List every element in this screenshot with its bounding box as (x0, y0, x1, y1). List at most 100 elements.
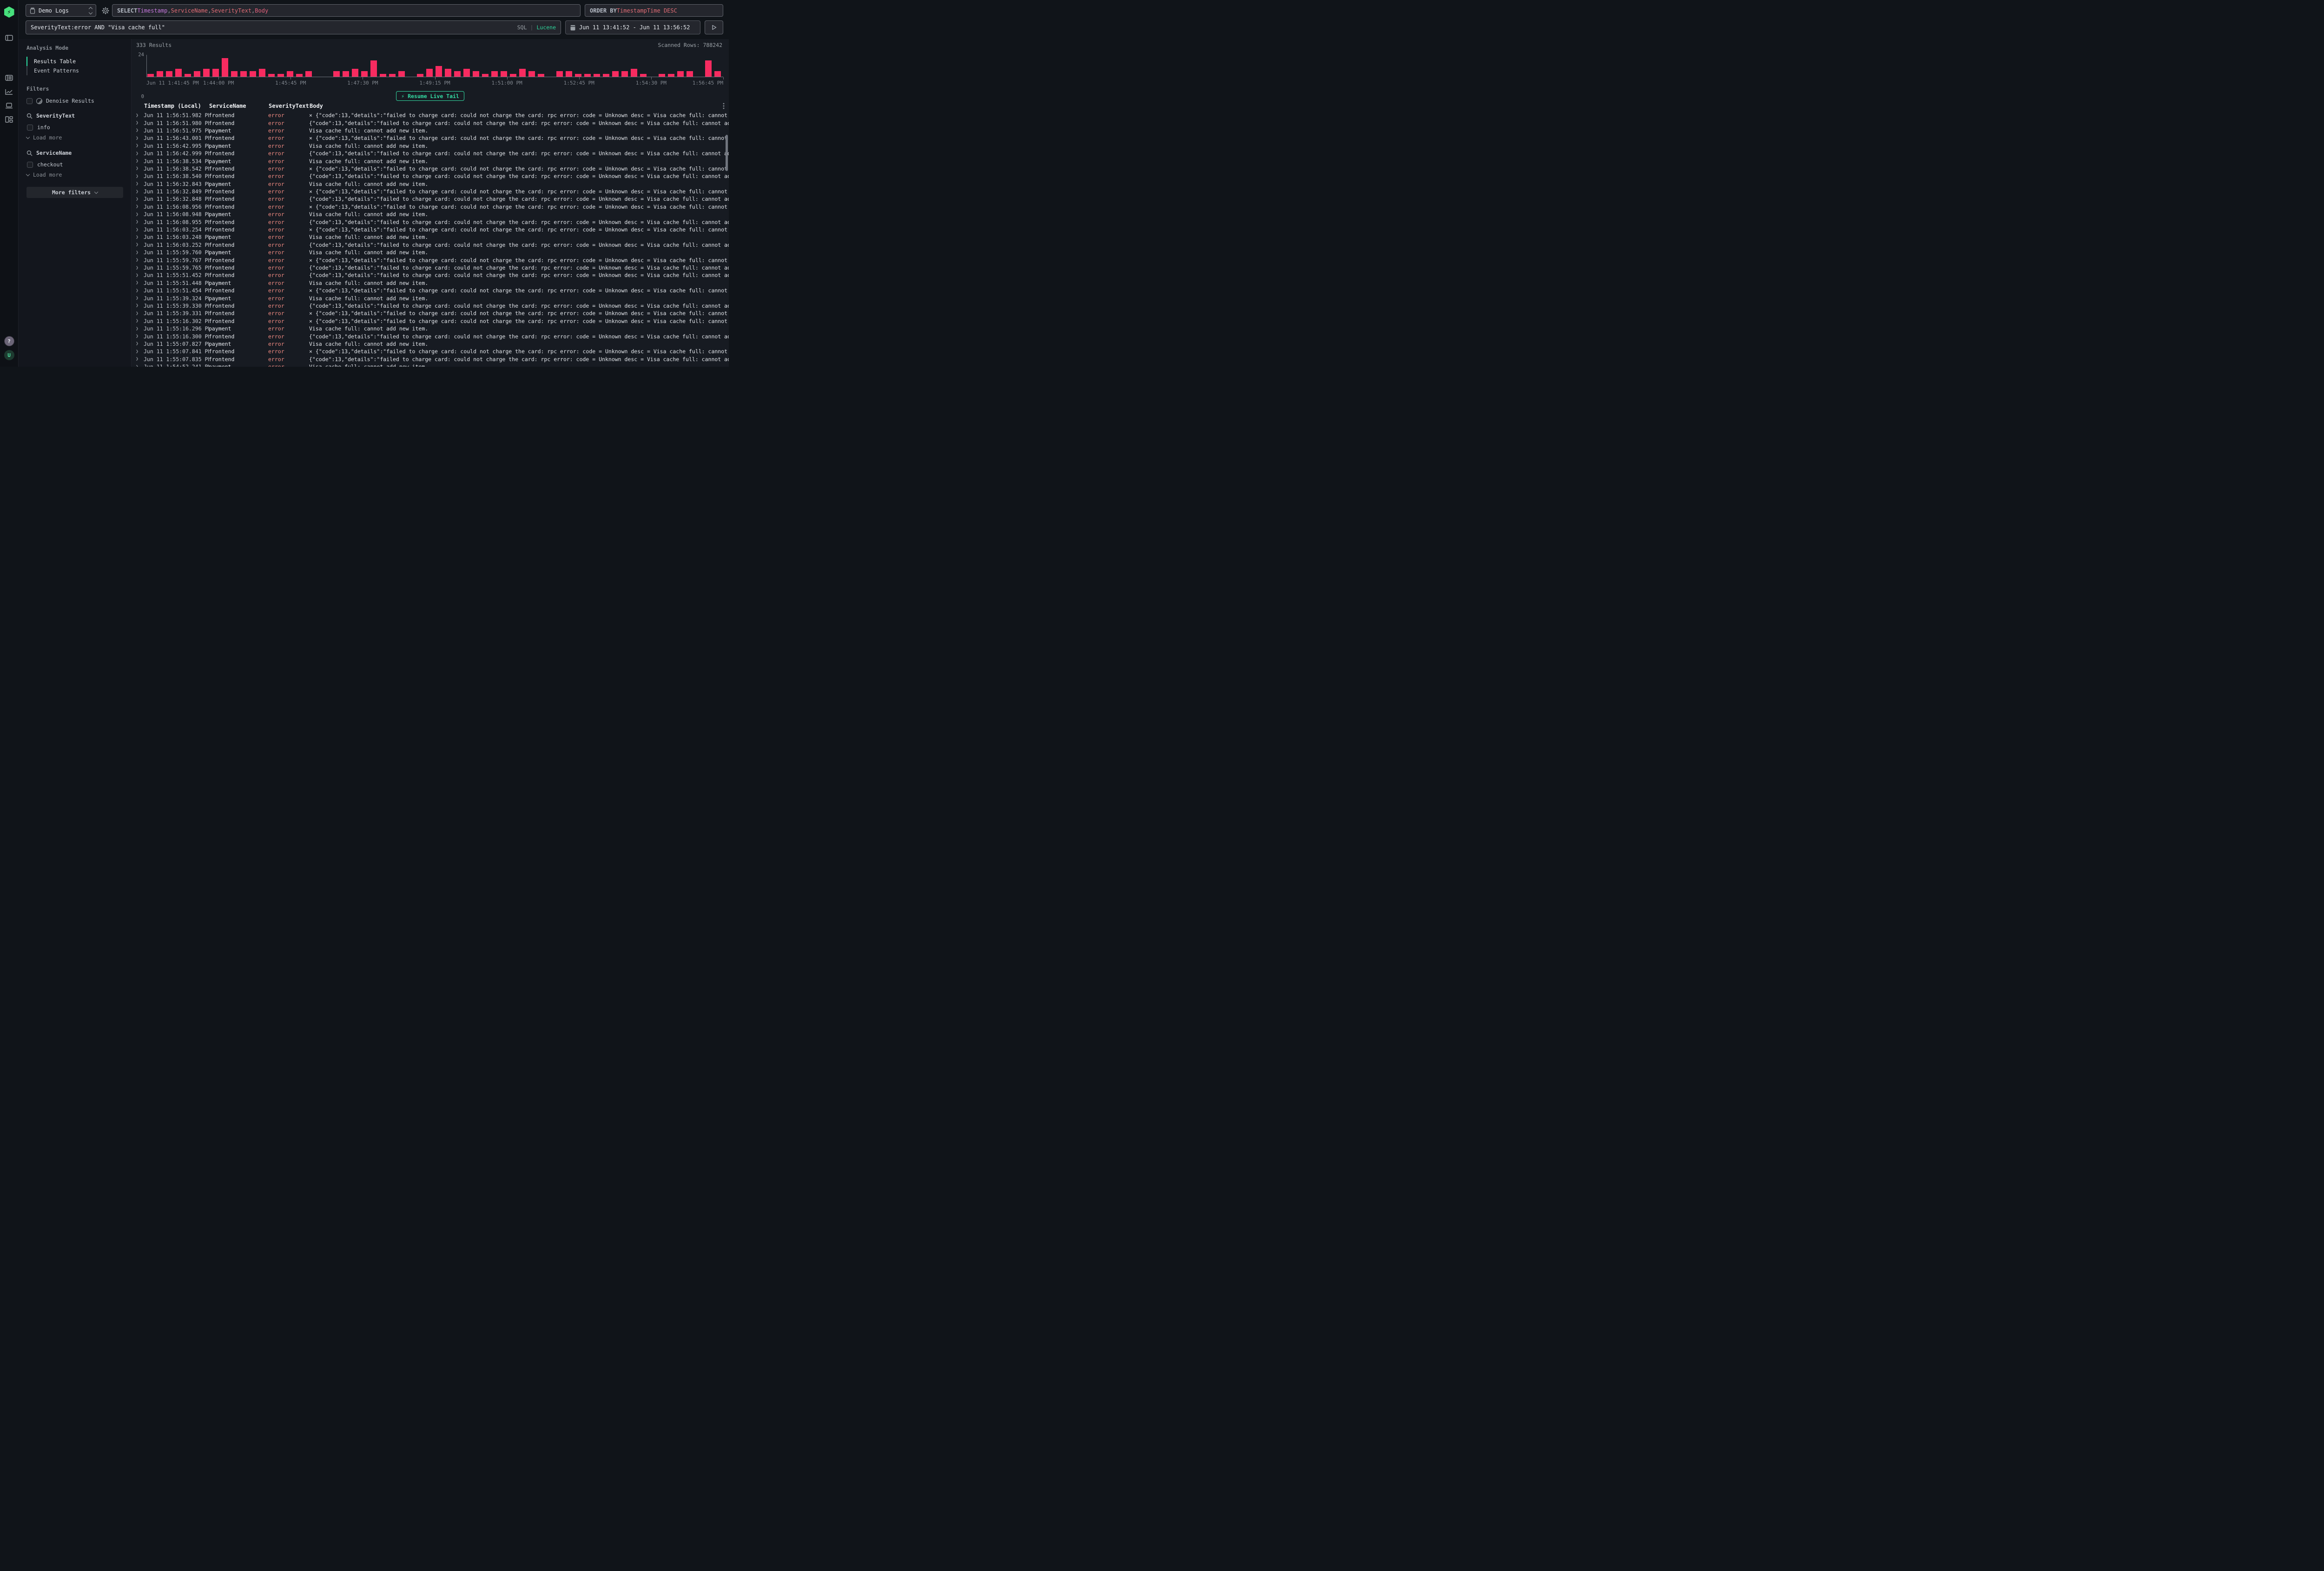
row-timestamp: Jun 11 1:56:51.980 PM (144, 120, 209, 126)
histogram-bar (194, 71, 200, 77)
nav-sessions-icon[interactable] (0, 99, 19, 112)
date-range-picker[interactable]: Jun 11 13:41:52 - Jun 11 13:56:52 (565, 20, 700, 34)
log-row[interactable]: ❯ Jun 11 1:55:07.827 PM payment error Vi… (132, 340, 729, 348)
run-query-button[interactable] (705, 20, 723, 34)
mode-label: Event Patterns (34, 67, 79, 74)
histogram-bar (343, 71, 349, 77)
more-filters-button[interactable]: More filters (26, 187, 123, 198)
row-timestamp: Jun 11 1:56:38.540 PM (144, 173, 209, 179)
log-row[interactable]: ❯ Jun 11 1:55:07.841 PM frontend error ×… (132, 348, 729, 355)
scrollbar-thumb[interactable] (726, 135, 728, 171)
expand-row-chevron-icon: ❯ (132, 334, 144, 339)
nav-search-logs-icon[interactable] (0, 71, 19, 85)
log-row[interactable]: ❯ Jun 11 1:56:51.982 PM frontend error ×… (132, 112, 729, 119)
sql-mode-button[interactable]: SQL (517, 24, 527, 31)
row-timestamp: Jun 11 1:56:03.254 PM (144, 226, 209, 233)
row-severity: error (268, 318, 309, 324)
log-row[interactable]: ❯ Jun 11 1:56:32.849 PM frontend error ×… (132, 188, 729, 195)
log-row[interactable]: ❯ Jun 11 1:56:42.995 PM payment error Vi… (132, 142, 729, 150)
log-row[interactable]: ❯ Jun 11 1:55:51.448 PM payment error Vi… (132, 279, 729, 287)
row-severity: error (268, 181, 309, 187)
nav-chart-explorer-icon[interactable] (0, 85, 19, 99)
filter-checkbox[interactable] (27, 125, 33, 131)
filter-option-checkout[interactable]: checkout (26, 160, 123, 169)
row-severity: error (268, 143, 309, 149)
log-row[interactable]: ❯ Jun 11 1:56:38.542 PM frontend error ×… (132, 165, 729, 172)
histogram-bar (222, 58, 228, 77)
expand-row-chevron-icon: ❯ (132, 326, 144, 331)
results-header: 333 Results Scanned Rows: 788242 (136, 42, 722, 48)
table-options-button[interactable] (719, 103, 729, 109)
denoise-checkbox[interactable] (26, 98, 33, 104)
log-row[interactable]: ❯ Jun 11 1:56:08.955 PM frontend error {… (132, 218, 729, 225)
log-row[interactable]: ❯ Jun 11 1:56:08.956 PM frontend error ×… (132, 203, 729, 211)
nav-dashboards-icon[interactable] (0, 112, 19, 126)
log-row[interactable]: ❯ Jun 11 1:55:16.300 PM frontend error {… (132, 332, 729, 340)
log-row[interactable]: ❯ Jun 11 1:55:51.452 PM frontend error {… (132, 271, 729, 279)
log-row[interactable]: ❯ Jun 11 1:55:39.331 PM frontend error ×… (132, 310, 729, 317)
log-row[interactable]: ❯ Jun 11 1:56:43.001 PM frontend error ×… (132, 134, 729, 142)
histogram-bar (333, 71, 340, 77)
log-row[interactable]: ❯ Jun 11 1:54:52.241 PM payment error Vi… (132, 363, 729, 367)
user-avatar[interactable]: U (4, 350, 14, 360)
filter-field-header[interactable]: SeverityText (26, 112, 123, 119)
filter-field-header[interactable]: ServiceName (26, 150, 123, 156)
search-query-text: SeverityText:error AND "Visa cache full" (31, 24, 517, 31)
filter-option-label: checkout (37, 161, 63, 168)
expand-row-chevron-icon: ❯ (132, 181, 144, 186)
chevron-up-down-icon (89, 7, 92, 14)
collapse-sidebar-icon[interactable] (0, 31, 19, 45)
row-timestamp: Jun 11 1:55:16.302 PM (144, 318, 209, 324)
search-input[interactable]: SeverityText:error AND "Visa cache full"… (26, 20, 561, 34)
source-select[interactable]: Demo Logs (26, 4, 96, 17)
log-row[interactable]: ❯ Jun 11 1:56:03.252 PM frontend error {… (132, 241, 729, 249)
log-row[interactable]: ❯ Jun 11 1:56:42.999 PM frontend error {… (132, 150, 729, 157)
log-row[interactable]: ❯ Jun 11 1:55:59.765 PM frontend error {… (132, 264, 729, 271)
log-row[interactable]: ❯ Jun 11 1:55:07.835 PM frontend error {… (132, 356, 729, 363)
histogram-bar (473, 71, 479, 77)
log-row[interactable]: ❯ Jun 11 1:56:03.248 PM payment error Vi… (132, 233, 729, 241)
log-row[interactable]: ❯ Jun 11 1:56:32.848 PM frontend error {… (132, 195, 729, 203)
log-row[interactable]: ❯ Jun 11 1:56:38.540 PM frontend error {… (132, 172, 729, 180)
row-body: {"code":13,"details":"failed to charge c… (309, 356, 729, 363)
x-axis-tick (507, 77, 508, 79)
filter-field-name: SeverityText (36, 112, 75, 119)
log-row[interactable]: ❯ Jun 11 1:55:59.760 PM payment error Vi… (132, 249, 729, 256)
row-service: payment (209, 325, 268, 332)
filter-checkbox[interactable] (27, 162, 33, 168)
histogram-plot (146, 55, 723, 77)
help-button[interactable]: ? (4, 336, 14, 346)
load-more-button[interactable]: Load more (26, 133, 123, 142)
log-row[interactable]: ❯ Jun 11 1:56:51.980 PM frontend error {… (132, 119, 729, 126)
log-row[interactable]: ❯ Jun 11 1:55:39.330 PM frontend error {… (132, 302, 729, 310)
hyperdx-logo-icon[interactable]: ⚡ (4, 7, 14, 18)
row-body: {"code":13,"details":"failed to charge c… (309, 303, 729, 309)
log-row[interactable]: ❯ Jun 11 1:56:03.254 PM frontend error ×… (132, 226, 729, 233)
log-row[interactable]: ❯ Jun 11 1:55:59.767 PM frontend error ×… (132, 256, 729, 264)
mode-results-table[interactable]: Results Table (26, 57, 123, 66)
log-row[interactable]: ❯ Jun 11 1:55:39.324 PM payment error Vi… (132, 294, 729, 302)
results-histogram: 24 0 Jun 11 1:41:45 PM1:44:00 PM1:45:45 … (136, 51, 723, 94)
filter-option-info[interactable]: info (26, 123, 123, 132)
row-body: × {"code":13,"details":"failed to charge… (309, 204, 729, 210)
mode-event-patterns[interactable]: Event Patterns (26, 66, 123, 75)
select-clause-editor[interactable]: SELECT Timestamp, ServiceName, SeverityT… (112, 4, 581, 17)
resume-live-tail-button[interactable]: ⚡ Resume Live Tail (396, 91, 464, 101)
log-row[interactable]: ❯ Jun 11 1:56:38.534 PM payment error Vi… (132, 157, 729, 165)
log-row[interactable]: ❯ Jun 11 1:55:51.454 PM frontend error ×… (132, 287, 729, 294)
log-row[interactable]: ❯ Jun 11 1:56:08.948 PM payment error Vi… (132, 211, 729, 218)
row-body: Visa cache full: cannot add new item. (309, 363, 729, 367)
denoise-results-toggle[interactable]: Denoise Results (26, 98, 123, 104)
row-body: {"code":13,"details":"failed to charge c… (309, 272, 729, 278)
row-body: Visa cache full: cannot add new item. (309, 181, 729, 187)
log-row[interactable]: ❯ Jun 11 1:55:16.296 PM payment error Vi… (132, 325, 729, 332)
load-more-button[interactable]: Load more (26, 170, 123, 179)
log-row[interactable]: ❯ Jun 11 1:55:16.302 PM frontend error ×… (132, 317, 729, 325)
line-chart-icon (5, 89, 13, 95)
log-row[interactable]: ❯ Jun 11 1:56:51.975 PM payment error Vi… (132, 127, 729, 134)
histogram-bar (212, 69, 219, 77)
source-settings-button[interactable] (100, 6, 111, 16)
order-by-editor[interactable]: ORDER BY TimestampTime DESC (585, 4, 723, 17)
log-row[interactable]: ❯ Jun 11 1:56:32.843 PM payment error Vi… (132, 180, 729, 188)
lucene-mode-button[interactable]: Lucene (536, 24, 556, 31)
